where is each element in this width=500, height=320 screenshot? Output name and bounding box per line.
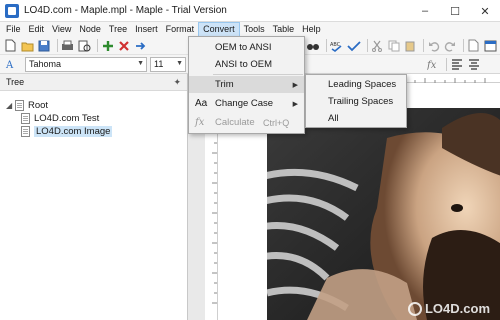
window-controls: – ☐ ✕	[410, 0, 500, 22]
new-document-icon[interactable]	[4, 39, 18, 53]
menu-item-label: Trim	[215, 79, 234, 90]
copy-icon[interactable]	[387, 39, 401, 53]
change-case-icon: Aa	[195, 98, 208, 109]
move-node-icon[interactable]	[134, 39, 148, 53]
document-icon[interactable]	[467, 39, 481, 53]
menu-item-shortcut: Ctrl+Q	[263, 117, 290, 128]
watermark-text: LO4D.com	[424, 301, 490, 316]
svg-text:fx: fx	[427, 60, 437, 70]
paste-icon[interactable]	[404, 39, 418, 53]
cut-icon[interactable]	[371, 39, 385, 53]
formula-icon[interactable]: fx	[426, 57, 440, 71]
submenu-item-label: All	[328, 113, 339, 124]
menu-convert[interactable]: Convert	[198, 22, 240, 37]
app-icon	[5, 3, 19, 18]
menu-item-label: ANSI to OEM	[215, 59, 273, 70]
spellcheck-icon[interactable]: ABC	[330, 39, 344, 53]
menu-item-label: OEM to ANSI	[215, 42, 272, 53]
document-icon	[21, 113, 30, 124]
document-icon	[15, 100, 24, 111]
font-size-select[interactable]: 11 ▼	[150, 56, 186, 72]
pin-icon[interactable]: ✦	[173, 77, 181, 88]
window-title: LO4D.com - Maple.mpl - Maple - Trial Ver…	[24, 5, 227, 16]
close-button[interactable]: ✕	[470, 0, 500, 22]
submenu-item-trailing-spaces[interactable]: Trailing Spaces	[328, 93, 393, 110]
print-icon[interactable]	[61, 39, 75, 53]
document-icon	[21, 126, 30, 137]
save-icon[interactable]	[38, 39, 52, 53]
menu-item-ansi-to-oem[interactable]: ANSI to OEM	[189, 56, 304, 73]
menu-bar: File Edit View Node Tree Insert Format C…	[0, 22, 500, 37]
menu-item-trim[interactable]: Trim ▶	[189, 76, 304, 93]
convert-menu: OEM to ANSI ANSI to OEM Trim ▶ Aa Change…	[188, 36, 305, 134]
tree-panel-header: Tree ✦	[0, 74, 187, 91]
svg-text:A: A	[5, 60, 14, 70]
watermark: LO4D.com	[407, 301, 490, 316]
trim-submenu: Leading Spaces Trailing Spaces All	[305, 74, 407, 128]
toolbar-separator	[325, 39, 327, 52]
check-icon[interactable]	[347, 39, 361, 53]
menu-item-oem-to-ansi[interactable]: OEM to ANSI	[189, 39, 304, 56]
submenu-item-label: Leading Spaces	[328, 79, 397, 90]
font-family-select[interactable]: Tahoma ▼	[25, 56, 147, 72]
align-center-icon[interactable]	[467, 57, 481, 71]
menu-file[interactable]: File	[2, 22, 25, 37]
font-icon[interactable]: A	[4, 57, 18, 71]
minimize-button[interactable]: –	[410, 0, 440, 22]
tree-node-label: Root	[28, 100, 49, 111]
collapse-arrow-icon[interactable]: ◢	[6, 101, 15, 110]
print-preview-icon[interactable]	[77, 39, 91, 53]
add-node-icon[interactable]	[101, 39, 115, 53]
menu-format[interactable]: Format	[162, 22, 199, 37]
delete-node-icon[interactable]	[117, 39, 131, 53]
window-icon[interactable]	[484, 39, 498, 53]
tree-node-label: LO4D.com Test	[34, 113, 100, 124]
toolbar-separator	[366, 39, 368, 52]
menu-item-label: Calculate	[215, 117, 255, 128]
tree-node-child[interactable]: LO4D.com Test	[21, 112, 99, 125]
menu-item-calculate[interactable]: fx Calculate Ctrl+Q	[189, 114, 304, 131]
menu-tools[interactable]: Tools	[240, 22, 269, 37]
menu-tree[interactable]: Tree	[105, 22, 131, 37]
tree-node-child-selected[interactable]: LO4D.com Image	[21, 125, 113, 138]
submenu-arrow-icon: ▶	[292, 81, 298, 89]
menu-help[interactable]: Help	[298, 22, 325, 37]
open-folder-icon[interactable]	[21, 39, 35, 53]
align-left-icon[interactable]	[450, 57, 464, 71]
font-size-value: 11	[154, 59, 164, 69]
tree-node-label: LO4D.com Image	[34, 126, 113, 137]
submenu-item-leading-spaces[interactable]: Leading Spaces	[328, 76, 396, 93]
menu-item-change-case[interactable]: Aa Change Case ▶	[189, 95, 304, 112]
toolbar-separator	[423, 39, 425, 52]
tree-node-root[interactable]: ◢ Root	[6, 99, 48, 112]
submenu-arrow-icon: ▶	[292, 100, 298, 108]
menu-separator	[213, 74, 303, 75]
submenu-item-all[interactable]: All	[328, 110, 339, 127]
maximize-button[interactable]: ☐	[440, 0, 470, 22]
menu-insert[interactable]: Insert	[131, 22, 162, 37]
menu-node[interactable]: Node	[75, 22, 105, 37]
toolbar-separator	[463, 39, 465, 52]
menu-item-label: Change Case	[215, 98, 274, 109]
menu-table[interactable]: Table	[269, 22, 299, 37]
chevron-down-icon: ▼	[176, 59, 183, 67]
title-bar: LO4D.com - Maple.mpl - Maple - Trial Ver…	[0, 0, 500, 22]
submenu-item-label: Trailing Spaces	[328, 96, 394, 107]
menu-view[interactable]: View	[48, 22, 75, 37]
menu-edit[interactable]: Edit	[25, 22, 49, 37]
formula-icon: fx	[195, 117, 205, 128]
binoculars-icon[interactable]	[306, 39, 320, 53]
toolbar-separator	[446, 57, 447, 71]
lo4d-logo-icon	[407, 301, 422, 316]
redo-icon[interactable]	[444, 39, 458, 53]
toolbar-separator	[96, 39, 98, 52]
toolbar-separator	[57, 39, 58, 52]
chevron-down-icon: ▼	[137, 59, 144, 67]
embedded-cat-image: LO4D.com	[267, 108, 500, 320]
undo-icon[interactable]	[427, 39, 441, 53]
font-family-value: Tahoma	[29, 59, 62, 69]
tree-panel-title: Tree	[6, 77, 25, 87]
tree-panel: Tree ✦ ◢ Root LO4D.com Test LO4D.com Ima…	[0, 74, 188, 320]
